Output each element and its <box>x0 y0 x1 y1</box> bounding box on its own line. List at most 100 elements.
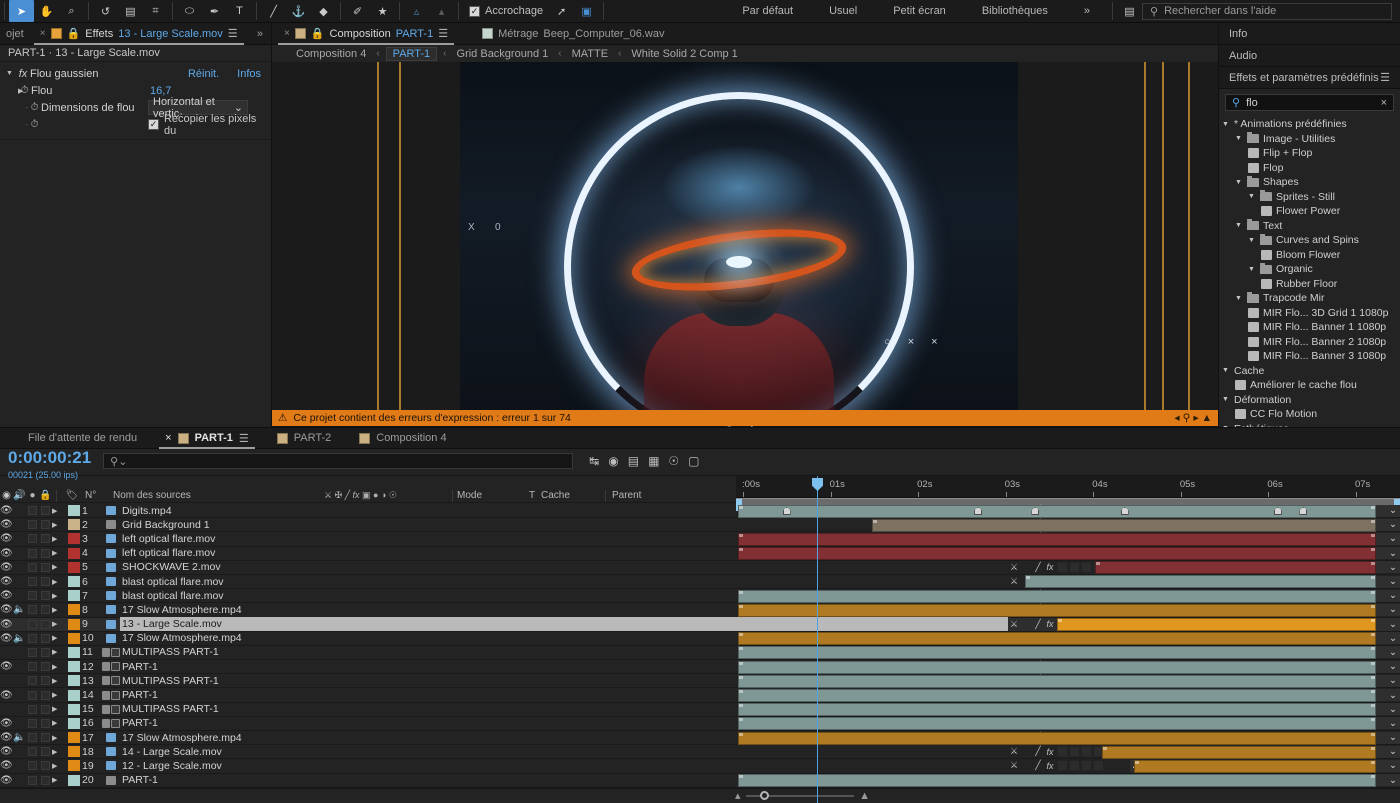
unified-camera-icon[interactable]: ▵ <box>404 0 429 22</box>
table-row[interactable]: 👁▶16PART-1⚔╱Normal⌄Lumi.⌄⚛Aucun(e)⌄ <box>0 717 1400 731</box>
table-row[interactable]: 👁▶1814 - Large Scale.mov⚔╱fxAddition⌄Auc… <box>0 745 1400 760</box>
layer-track[interactable] <box>736 518 1384 532</box>
layer-label-color[interactable] <box>66 731 82 745</box>
layer-duration-bar[interactable] <box>738 532 1376 546</box>
preset-item[interactable]: Améliorer le cache flou <box>1219 378 1400 393</box>
layer-duration-bar[interactable] <box>1133 759 1376 773</box>
layer-label-color[interactable] <box>66 617 82 631</box>
layer-audio-toggle[interactable] <box>13 574 26 588</box>
layer-label-color[interactable] <box>66 702 82 716</box>
table-row[interactable]: 👁▶4left optical flare.mov⚔╱Addition⌄Aucu… <box>0 547 1400 561</box>
layer-expand-triangle-icon[interactable]: ▶ <box>52 574 66 588</box>
expand-triangle-icon[interactable]: ▼ <box>6 70 16 77</box>
snap-toggle[interactable]: ✓ Accrochage <box>463 5 549 17</box>
layer-solo-toggle[interactable] <box>26 518 39 532</box>
brush-tool[interactable]: ╱ <box>261 0 286 22</box>
layer-expand-triangle-icon[interactable]: ▶ <box>52 773 66 787</box>
layer-expand-triangle-icon[interactable]: ▶ <box>52 674 66 688</box>
expression-error-banner[interactable]: ⚠ Ce projet contient des erreurs d'expre… <box>272 410 1218 426</box>
layer-lock-toggle[interactable] <box>39 716 52 730</box>
layer-visibility-toggle[interactable]: 👁 <box>0 759 13 773</box>
layer-visibility-toggle[interactable]: 👁 <box>0 631 13 645</box>
layer-track[interactable] <box>736 618 1384 632</box>
layer-solo-toggle[interactable] <box>26 645 39 659</box>
breadcrumb-item[interactable]: Composition 4 <box>292 48 370 60</box>
tree-folder[interactable]: ▼ Sprites - Still <box>1219 190 1400 205</box>
layer-expand-triangle-icon[interactable]: ▶ <box>52 589 66 603</box>
layer-track[interactable] <box>736 745 1384 759</box>
layer-label-color[interactable] <box>66 532 82 546</box>
close-icon[interactable]: × <box>40 28 46 39</box>
tree-folder[interactable]: ▼ * Animations prédéfinies <box>1219 117 1400 132</box>
pen-tool[interactable]: ✒ <box>202 0 227 22</box>
expand-triangle-icon[interactable]: ▼ <box>1235 295 1243 302</box>
audio-panel-header[interactable]: Audio <box>1219 45 1400 67</box>
tree-folder[interactable]: ▼ Image - Utilities <box>1219 132 1400 147</box>
fx-icon[interactable]: fx <box>16 68 30 80</box>
layer-expand-triangle-icon[interactable]: ▶ <box>52 645 66 659</box>
layer-visibility-toggle[interactable]: 👁 <box>0 518 13 532</box>
workspace-par-d-faut[interactable]: Par défaut <box>724 5 811 17</box>
layer-visibility-toggle[interactable]: 👁 <box>0 532 13 546</box>
layer-audio-toggle[interactable] <box>13 759 26 773</box>
expand-triangle-icon[interactable]: ▼ <box>1235 135 1243 142</box>
layer-track[interactable] <box>736 603 1384 617</box>
layer-audio-toggle[interactable] <box>13 532 26 546</box>
layer-label-color[interactable] <box>66 603 82 617</box>
lock-icon[interactable]: 🔒 <box>67 27 81 40</box>
breadcrumb-item[interactable]: PART-1 <box>385 46 438 61</box>
layer-lock-toggle[interactable] <box>39 645 52 659</box>
panel-menu-icon[interactable]: ☰ <box>438 27 448 40</box>
layer-lock-toggle[interactable] <box>39 560 52 574</box>
layer-track[interactable] <box>736 504 1384 518</box>
tab-project[interactable]: ojet <box>4 23 32 45</box>
layer-expand-triangle-icon[interactable]: ▶ <box>52 617 66 631</box>
layer-visibility-toggle[interactable] <box>0 674 13 688</box>
layer-lock-toggle[interactable] <box>39 589 52 603</box>
preset-item[interactable]: Rubber Floor <box>1219 277 1400 292</box>
zoom-slider-track[interactable] <box>745 790 855 800</box>
layer-solo-toggle[interactable] <box>26 617 39 631</box>
layer-duration-bar[interactable] <box>1025 575 1376 589</box>
layer-solo-toggle[interactable] <box>26 745 39 759</box>
layer-duration-bar[interactable] <box>738 688 1376 702</box>
workspace-edit-icon[interactable]: ▤ <box>1117 0 1142 22</box>
layer-expand-triangle-icon[interactable]: ▶ <box>52 532 66 546</box>
preset-item[interactable]: Bloom Flower <box>1219 248 1400 263</box>
tabbar-overflow[interactable]: » <box>249 23 271 45</box>
selection-tool[interactable]: ➤ <box>9 0 34 22</box>
hand-tool[interactable]: ✋ <box>34 0 59 22</box>
layer-duration-bar[interactable] <box>738 632 1376 646</box>
layer-solo-toggle[interactable] <box>26 688 39 702</box>
table-row[interactable]: 👁▶1912 - Large Scale.mov⚔╱fxAddition⌄Auc… <box>0 759 1400 774</box>
layer-label-color[interactable] <box>66 518 82 532</box>
layer-track[interactable] <box>736 703 1384 717</box>
snap-checkbox[interactable]: ✓ <box>469 5 480 17</box>
layer-solo-toggle[interactable] <box>26 546 39 560</box>
layer-duration-bar[interactable] <box>738 674 1376 688</box>
expand-triangle-icon[interactable]: ▼ <box>1248 193 1256 200</box>
layer-visibility-toggle[interactable]: 👁 <box>0 504 13 518</box>
layer-expand-triangle-icon[interactable]: ▶ <box>52 702 66 716</box>
region-of-interest-icon[interactable]: ▣ <box>574 0 599 22</box>
effects-presets-header[interactable]: Effets et paramètres prédéfinis ☰ <box>1219 67 1400 89</box>
layer-audio-toggle[interactable]: 🔈 <box>13 631 26 645</box>
preset-item[interactable]: CC Flo Motion <box>1219 407 1400 422</box>
layer-label-color[interactable] <box>66 589 82 603</box>
layer-lock-toggle[interactable] <box>39 759 52 773</box>
layer-track[interactable] <box>736 589 1384 603</box>
table-row[interactable]: 👁▶3left optical flare.mov⚔╱Addition⌄Aucu… <box>0 532 1400 547</box>
preset-item[interactable]: MIR Flo... Banner 3 1080p <box>1219 349 1400 364</box>
zoom-out-icon[interactable]: ▴ <box>735 789 741 802</box>
expand-triangle-icon[interactable]: ▼ <box>1248 266 1256 273</box>
layer-label-color[interactable] <box>66 745 82 759</box>
layer-solo-toggle[interactable] <box>26 504 39 518</box>
col-parent[interactable]: Parent <box>606 490 736 501</box>
timeline-ruler[interactable]: :00s 01s 02s 03s 04s 05s 06s 07s <box>736 476 1400 498</box>
layer-solo-toggle[interactable] <box>26 660 39 674</box>
layer-expand-triangle-icon[interactable]: ▶ <box>52 759 66 773</box>
tab-footage[interactable]: Métrage Beep_Computer_06.wav <box>474 23 672 45</box>
effects-search-input[interactable]: ⚲ flo × <box>1225 94 1394 111</box>
timeline-zoom-slider[interactable]: ▴ ▲ <box>735 789 870 803</box>
table-row[interactable]: 👁▶5SHOCKWAVE 2.mov⚔╱fxAddition⌄Aucun(e)⌄… <box>0 561 1400 575</box>
